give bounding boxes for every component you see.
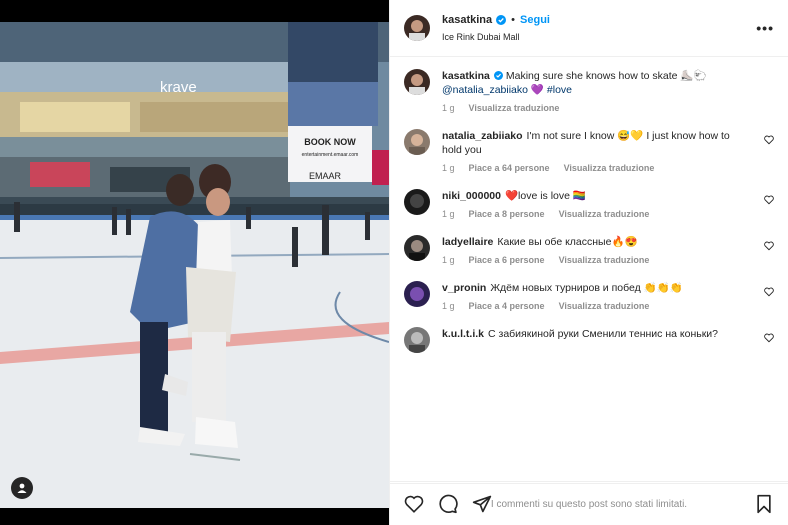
like-heart-icon[interactable] [764, 287, 774, 297]
verified-badge-icon [493, 71, 503, 80]
comment-item: k.u.l.t.i.k С забиякиной руки Сменили тен… [404, 327, 774, 353]
post-media: krave BOOK NOW entertainment.emaar.com E… [0, 0, 389, 525]
separator-dot: • [511, 14, 516, 26]
book-now-sign: BOOK NOW [304, 137, 356, 147]
comment-item: natalia_zabiiako I'm not sure I know 😅💛 I… [404, 129, 774, 173]
caption: kasatkina Making sure she knows how to sk… [404, 69, 774, 113]
comment-text: Какие вы обе классные🔥😍 [497, 236, 638, 248]
translate-link[interactable]: Visualizza traduzione [564, 163, 655, 173]
person-icon [17, 483, 27, 493]
comment-time[interactable]: 1 g [442, 209, 455, 219]
comment-text: С забиякиной руки Сменили теннис на конь… [488, 328, 719, 340]
like-heart-icon[interactable] [764, 195, 774, 205]
comment-username[interactable]: v_pronin [442, 282, 486, 294]
post-location[interactable]: Ice Rink Dubai Mall [442, 32, 756, 42]
comment-username[interactable]: niki_000000 [442, 190, 501, 202]
krave-sign: krave [160, 79, 197, 96]
translate-link[interactable]: Visualizza traduzione [559, 209, 650, 219]
author-avatar[interactable] [404, 69, 430, 95]
caption-time[interactable]: 1 g [442, 103, 455, 113]
caption-text: Making sure she knows how to skate ⛸️🐑 [505, 70, 707, 82]
verified-badge-icon [496, 15, 507, 25]
instagram-post-modal: krave BOOK NOW entertainment.emaar.com E… [0, 0, 788, 525]
comment-time[interactable]: 1 g [442, 255, 455, 265]
caption-username[interactable]: kasatkina [442, 70, 490, 82]
comment-likes[interactable]: Piace a 6 persone [469, 255, 545, 265]
comment-username[interactable]: k.u.l.t.i.k [442, 328, 484, 340]
comment-time[interactable]: 1 g [442, 163, 455, 173]
caption-mention[interactable]: @natalia_zabiiako [442, 84, 528, 96]
translate-link[interactable]: Visualizza traduzione [559, 255, 650, 265]
comments-limited-notice: I commenti su questo post sono stati lim… [390, 483, 788, 525]
comment-username[interactable]: natalia_zabiiako [442, 130, 523, 142]
tagged-users-button[interactable] [11, 477, 33, 499]
ice-rink-photo: krave BOOK NOW entertainment.emaar.com E… [0, 22, 389, 508]
translate-link[interactable]: Visualizza traduzione [469, 103, 560, 113]
like-heart-icon[interactable] [764, 241, 774, 251]
book-url-sign: entertainment.emaar.com [302, 152, 359, 158]
post-photo: krave BOOK NOW entertainment.emaar.com E… [0, 22, 389, 508]
commenter-avatar[interactable] [404, 129, 430, 155]
comment-likes[interactable]: Piace a 64 persone [469, 163, 550, 173]
caption-hashtag[interactable]: #love [547, 84, 572, 96]
author-avatar[interactable] [404, 15, 430, 41]
like-heart-icon[interactable] [764, 135, 774, 145]
commenter-avatar[interactable] [404, 189, 430, 215]
commenter-avatar[interactable] [404, 327, 430, 353]
commenter-avatar[interactable] [404, 281, 430, 307]
more-options-icon[interactable]: ••• [756, 20, 774, 36]
comment-likes[interactable]: Piace a 8 persone [469, 209, 545, 219]
translate-link[interactable]: Visualizza traduzione [559, 301, 650, 311]
comment-item: niki_000000 ❤️love is love 🏳️‍🌈 1 g Piace… [404, 189, 774, 219]
follow-button[interactable]: Segui [520, 14, 550, 26]
comment-text: Ждём новых турниров и побед 👏👏👏 [490, 282, 683, 294]
post-side-panel: kasatkina • Segui Ice Rink Dubai Mall ••… [389, 0, 788, 525]
comments-list: kasatkina Making sure she knows how to sk… [390, 57, 788, 481]
comment-item: ladyellaire Какие вы обе классные🔥😍 1 g P… [404, 235, 774, 265]
like-heart-icon[interactable] [764, 333, 774, 343]
post-header: kasatkina • Segui Ice Rink Dubai Mall ••… [390, 0, 788, 57]
commenter-avatar[interactable] [404, 235, 430, 261]
comment-text: ❤️love is love 🏳️‍🌈 [504, 190, 586, 202]
comment-likes[interactable]: Piace a 4 persone [469, 301, 545, 311]
emaar-sign: EMAAR [309, 171, 342, 181]
comment-time[interactable]: 1 g [442, 301, 455, 311]
comment-username[interactable]: ladyellaire [442, 236, 493, 248]
caption-emoji: 💜 [530, 84, 544, 96]
author-username[interactable]: kasatkina [442, 14, 492, 26]
comment-item: v_pronin Ждём новых турниров и побед 👏👏👏 … [404, 281, 774, 311]
